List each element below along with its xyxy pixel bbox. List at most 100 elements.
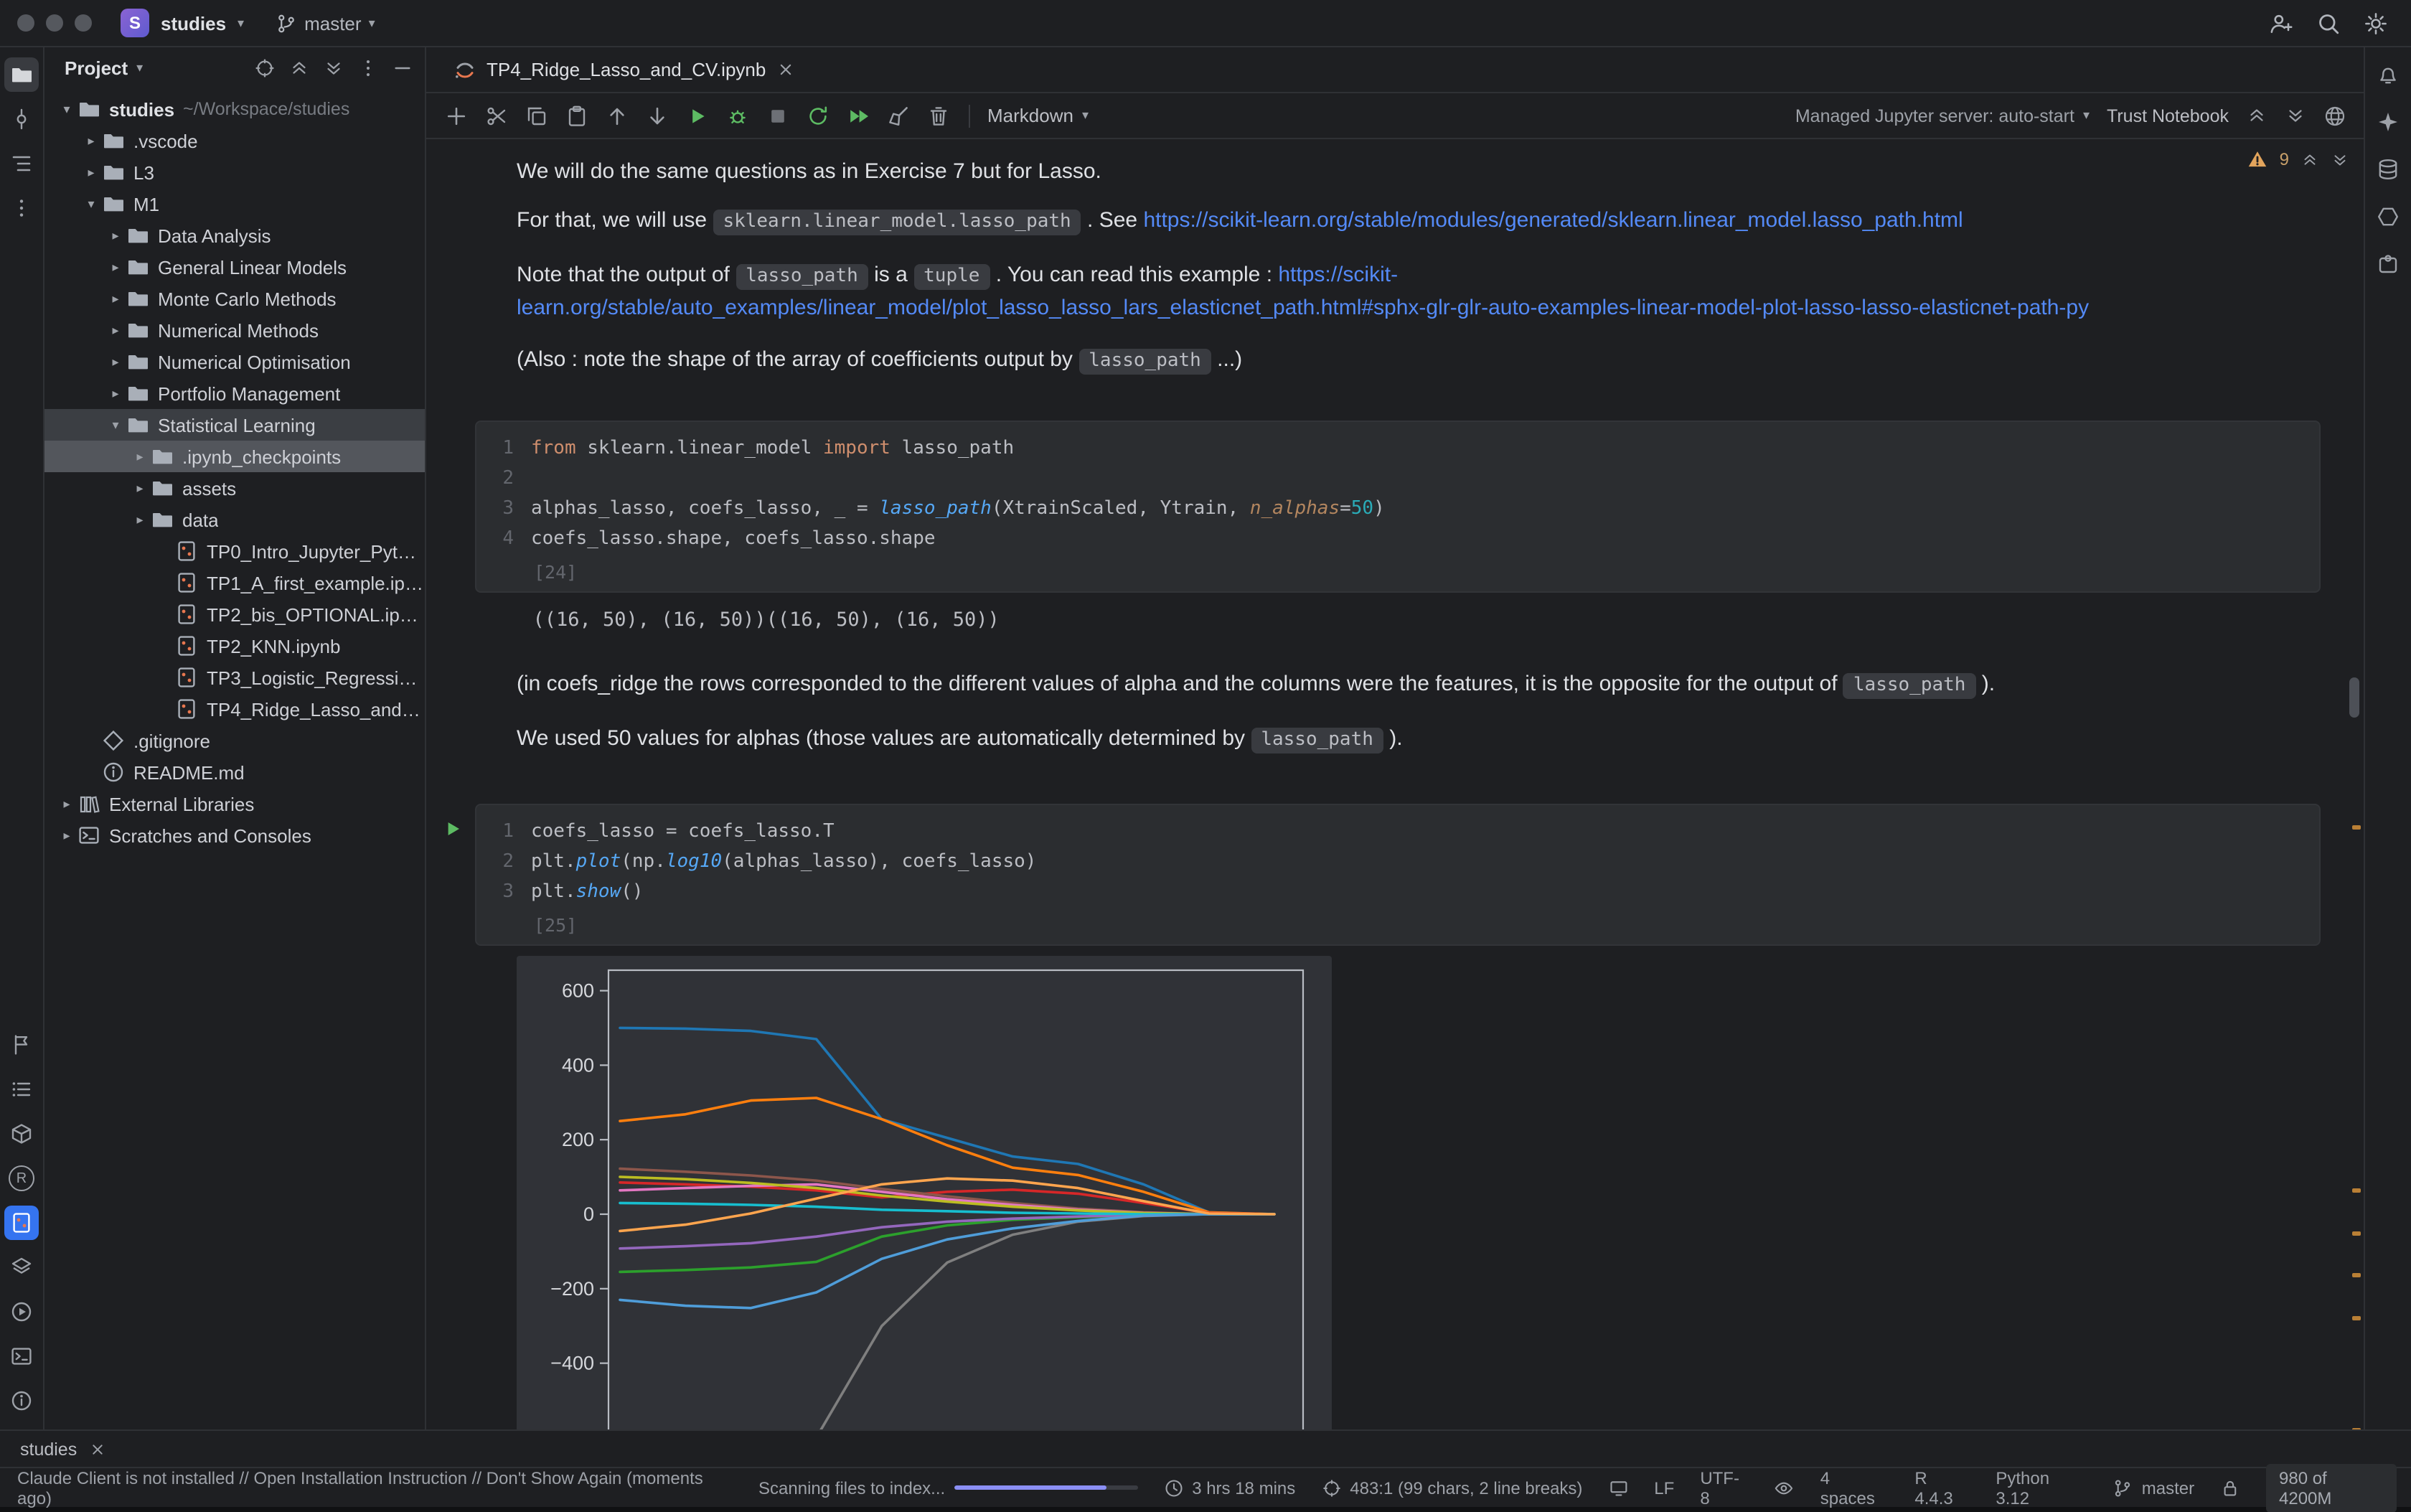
open-in-browser-globe-icon[interactable] [2323, 104, 2346, 127]
code-cell-1[interactable]: 1from sklearn.linear_model import lasso_… [475, 421, 2321, 593]
commit-tool-button[interactable] [4, 102, 39, 136]
tree-chevron-icon[interactable]: ▸ [129, 480, 151, 496]
indent-widget[interactable]: 4 spaces [1820, 1468, 1889, 1508]
project-panel-title[interactable]: Project [65, 57, 128, 78]
error-stripe-mark[interactable] [2352, 1231, 2361, 1236]
tree-item-external-libraries[interactable]: ▸External Libraries [44, 788, 425, 820]
tree-item-tp3-logistic-regression-an[interactable]: TP3_Logistic_Regression_an [44, 662, 425, 693]
code-line[interactable]: 1coefs_lasso = coefs_lasso.T [479, 817, 2305, 847]
tree-item-numerical-methods[interactable]: ▸Numerical Methods [44, 314, 425, 346]
structure-tool-button[interactable] [4, 146, 39, 181]
bookmarks-tool-button[interactable] [4, 1028, 39, 1062]
code-with-me-icon[interactable] [2269, 11, 2293, 35]
macos-minimize-button[interactable] [46, 14, 63, 32]
paste-cell-button[interactable] [558, 97, 596, 134]
debug-cell-button[interactable] [719, 97, 756, 134]
r-console-tool-button[interactable]: R [4, 1161, 39, 1196]
expand-all-icon[interactable] [288, 57, 310, 78]
move-cell-down-button[interactable] [639, 97, 676, 134]
tree-chevron-icon[interactable]: ▸ [129, 449, 151, 464]
build-tool-button[interactable] [2371, 199, 2405, 234]
close-tab-icon[interactable] [776, 60, 794, 79]
code-line[interactable]: 3alphas_lasso, coefs_lasso, _ = lasso_pa… [479, 494, 2305, 524]
editor-scrollbar-thumb[interactable] [2349, 677, 2359, 718]
time-tracker-widget[interactable]: 3 hrs 18 mins [1163, 1478, 1295, 1498]
todo-tool-button[interactable] [4, 1072, 39, 1107]
previous-warning-icon[interactable] [2300, 150, 2319, 169]
project-tool-button[interactable] [4, 57, 39, 92]
run-all-cells-button[interactable] [840, 97, 877, 134]
clear-outputs-button[interactable] [880, 97, 917, 134]
tree-chevron-icon[interactable]: ▸ [105, 322, 126, 338]
cut-cell-button[interactable] [478, 97, 515, 134]
error-stripe-mark[interactable] [2352, 1273, 2361, 1277]
notification-status[interactable]: Claude Client is not installed // Open I… [17, 1468, 741, 1508]
tree-item-gitignore[interactable]: .gitignore [44, 725, 425, 756]
problems-tool-button[interactable] [4, 1384, 39, 1418]
indexing-status[interactable]: Scanning files to index... [758, 1478, 1137, 1498]
tree-item-readme-md[interactable]: README.md [44, 756, 425, 788]
highlighting-eye-icon[interactable] [1775, 1478, 1795, 1498]
monitor-icon[interactable] [1608, 1478, 1628, 1498]
tree-item-tp1-a-first-example-ipynb[interactable]: TP1_A_first_example.ipynb [44, 567, 425, 598]
branch-selector[interactable]: master ▾ [276, 12, 375, 34]
editor-tab[interactable]: TP4_Ridge_Lasso_and_CV.ipynb [439, 47, 809, 92]
inspections-widget[interactable]: 9 [2248, 149, 2349, 169]
tree-item-tp2-knn-ipynb[interactable]: TP2_KNN.ipynb [44, 630, 425, 662]
close-icon[interactable] [88, 1440, 105, 1457]
ai-assistant-button[interactable] [2371, 105, 2405, 139]
packages-tool-button[interactable] [4, 1117, 39, 1151]
cell-type-dropdown[interactable]: Markdown ▾ [987, 105, 1089, 126]
code-line[interactable]: 4coefs_lasso.shape, coefs_lasso.shape [479, 524, 2305, 554]
settings-gear-icon[interactable] [2364, 11, 2388, 35]
tree-item-data[interactable]: ▸data [44, 504, 425, 535]
locate-file-icon[interactable] [254, 57, 276, 78]
macos-zoom-button[interactable] [75, 14, 92, 32]
tree-chevron-icon[interactable]: ▸ [56, 796, 77, 812]
line-separator-widget[interactable]: LF [1654, 1478, 1674, 1498]
jupyter-tool-button[interactable] [4, 1206, 39, 1240]
tree-chevron-icon[interactable]: ▸ [105, 291, 126, 306]
project-selector[interactable]: studies [161, 12, 226, 34]
memory-indicator[interactable]: 980 of 4200M [2266, 1463, 2397, 1512]
services-tool-button[interactable] [4, 1295, 39, 1329]
trust-notebook-button[interactable]: Trust Notebook [2107, 105, 2229, 126]
tree-chevron-icon[interactable]: ▸ [129, 512, 151, 527]
code-line[interactable]: 1from sklearn.linear_model import lasso_… [479, 433, 2305, 464]
tree-item-numerical-optimisation[interactable]: ▸Numerical Optimisation [44, 346, 425, 377]
lock-icon[interactable] [2220, 1478, 2240, 1498]
tree-chevron-icon[interactable]: ▸ [105, 354, 126, 370]
error-stripe-mark[interactable] [2352, 1188, 2361, 1193]
git-branch-widget[interactable]: master [2113, 1478, 2194, 1498]
tree-item-tp2-bis-optional-ipynb[interactable]: TP2_bis_OPTIONAL.ipynb [44, 598, 425, 630]
tree-item-l3[interactable]: ▸L3 [44, 156, 425, 188]
tree-chevron-icon[interactable]: ▾ [56, 101, 77, 117]
collapse-all-icon[interactable] [323, 57, 344, 78]
run-cell-gutter-icon[interactable] [442, 817, 464, 842]
tree-chevron-icon[interactable]: ▸ [56, 827, 77, 843]
database-tool-button[interactable] [2371, 152, 2405, 187]
tree-item-general-linear-models[interactable]: ▸General Linear Models [44, 251, 425, 283]
tree-item-scratches-and-consoles[interactable]: ▸Scratches and Consoles [44, 820, 425, 851]
encoding-widget[interactable]: UTF-8 [1700, 1468, 1749, 1508]
more-options-icon[interactable] [357, 57, 379, 78]
code-cell-2[interactable]: 1coefs_lasso = coefs_lasso.T2plt.plot(np… [475, 804, 2321, 946]
tree-item-m1[interactable]: ▾M1 [44, 188, 425, 220]
code-line[interactable]: 2plt.plot(np.log10(alphas_lasso), coefs_… [479, 847, 2305, 877]
tree-chevron-icon[interactable]: ▾ [80, 196, 102, 212]
search-everywhere-icon[interactable] [2316, 11, 2341, 35]
tree-chevron-icon[interactable]: ▸ [80, 164, 102, 180]
tree-chevron-icon[interactable]: ▸ [105, 385, 126, 401]
delete-cell-button[interactable] [920, 97, 957, 134]
tree-chevron-icon[interactable]: ▸ [105, 227, 126, 243]
restart-kernel-button[interactable] [799, 97, 837, 134]
r-interpreter-widget[interactable]: R 4.4.3 [1914, 1468, 1970, 1508]
macos-close-button[interactable] [17, 14, 34, 32]
code-line[interactable]: 3plt.show() [479, 877, 2305, 907]
next-cell-icon[interactable] [2285, 105, 2306, 126]
more-tools-button[interactable] [4, 191, 39, 225]
notifications-button[interactable] [2371, 57, 2405, 92]
tree-chevron-icon[interactable]: ▸ [80, 133, 102, 149]
next-warning-icon[interactable] [2331, 150, 2349, 169]
python-interpreter-widget[interactable]: Python 3.12 [1996, 1468, 2087, 1508]
